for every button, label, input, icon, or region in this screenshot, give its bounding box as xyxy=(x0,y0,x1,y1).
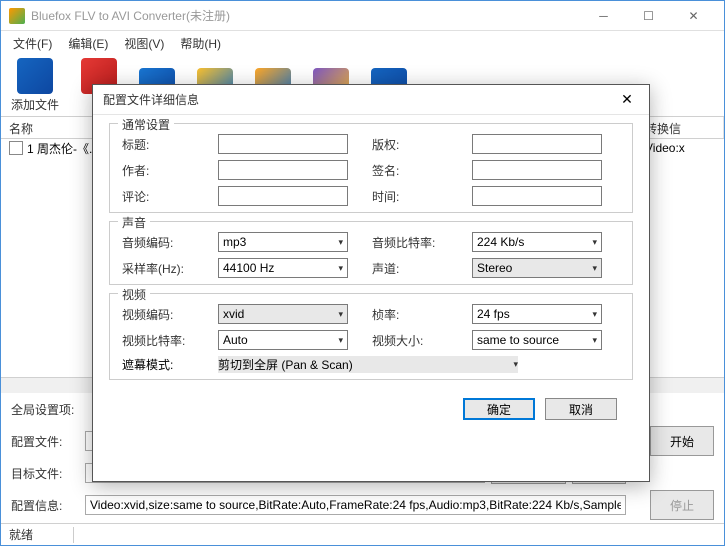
chevron-down-icon: ▾ xyxy=(513,359,518,370)
copyright-label: 版权: xyxy=(372,136,448,153)
mask-label: 遮幕模式: xyxy=(122,356,194,373)
chevron-down-icon: ▾ xyxy=(338,237,343,248)
file-icon xyxy=(9,141,23,155)
copyright-input[interactable] xyxy=(472,134,602,154)
fps-label: 桢率: xyxy=(372,306,448,323)
titlebar: Bluefox FLV to AVI Converter(未注册) ─ ☐ ✕ xyxy=(1,1,724,31)
video-bitrate-label: 视频比特率: xyxy=(122,332,194,349)
add-file-label: 添加文件 xyxy=(11,96,59,113)
group-audio-legend: 声音 xyxy=(118,214,150,231)
chevron-down-icon: ▾ xyxy=(338,263,343,274)
sample-rate-combo[interactable]: 44100 Hz ▾ xyxy=(218,258,348,278)
group-audio: 声音 音频编码: mp3▾ 音频比特率: 224 Kb/s▾ 采样率(Hz): … xyxy=(109,221,633,285)
minimize-button[interactable]: ─ xyxy=(581,2,626,30)
start-button[interactable]: 开始 xyxy=(650,426,714,456)
menu-file[interactable]: 文件(F) xyxy=(5,33,60,54)
comment-label: 评论: xyxy=(122,188,194,205)
audio-bitrate-label: 音频比特率: xyxy=(372,234,448,251)
dialog-titlebar: 配置文件详细信息 ✕ xyxy=(93,85,649,115)
file-name: 1 周杰伦-《... xyxy=(27,140,99,157)
time-input[interactable] xyxy=(472,186,602,206)
video-codec-label: 视频编码: xyxy=(122,306,194,323)
info-input[interactable] xyxy=(85,495,626,515)
maximize-button[interactable]: ☐ xyxy=(626,2,671,30)
group-general-legend: 通常设置 xyxy=(118,116,174,133)
ok-button[interactable]: 确定 xyxy=(463,398,535,420)
video-size-combo[interactable]: same to source ▾ xyxy=(472,330,602,350)
mask-value: 剪切到全屏 (Pan & Scan) xyxy=(218,356,353,373)
stop-button[interactable]: 停止 xyxy=(650,490,714,520)
video-codec-combo[interactable]: xvid ▾ xyxy=(218,304,348,324)
video-bitrate-combo[interactable]: Auto ▾ xyxy=(218,330,348,350)
fps-value: 24 fps xyxy=(477,307,510,321)
window-controls: ─ ☐ ✕ xyxy=(581,2,716,30)
title-label: 标题: xyxy=(122,136,194,153)
status-text: 就绪 xyxy=(9,526,33,543)
signature-input[interactable] xyxy=(472,160,602,180)
video-bitrate-value: Auto xyxy=(223,333,248,347)
title-input[interactable] xyxy=(218,134,348,154)
author-label: 作者: xyxy=(122,162,194,179)
chevron-down-icon: ▾ xyxy=(338,335,343,346)
dialog-close-button[interactable]: ✕ xyxy=(615,88,639,112)
channel-combo[interactable]: Stereo ▾ xyxy=(472,258,602,278)
video-codec-value: xvid xyxy=(223,307,244,321)
author-input[interactable] xyxy=(218,160,348,180)
cancel-button[interactable]: 取消 xyxy=(545,398,617,420)
audio-codec-value: mp3 xyxy=(223,235,246,249)
channel-value: Stereo xyxy=(477,261,512,275)
window-title: Bluefox FLV to AVI Converter(未注册) xyxy=(31,7,581,24)
time-label: 时间: xyxy=(372,188,448,205)
add-file-button[interactable]: 添加文件 xyxy=(11,58,59,113)
comment-input[interactable] xyxy=(218,186,348,206)
menubar: 文件(F) 编辑(E) 视图(V) 帮助(H) xyxy=(1,31,724,55)
mask-combo[interactable]: 剪切到全屏 (Pan & Scan) ▾ xyxy=(218,356,518,373)
group-video: 视频 视频编码: xvid▾ 桢率: 24 fps▾ 视频比特率: Auto▾ … xyxy=(109,293,633,380)
chevron-down-icon: ▾ xyxy=(592,263,597,274)
chevron-down-icon: ▾ xyxy=(592,335,597,346)
audio-bitrate-value: 224 Kb/s xyxy=(477,235,524,249)
col-convinfo-2[interactable]: 转换信 xyxy=(637,117,724,138)
dialog-buttons: 确定 取消 xyxy=(109,388,633,420)
fps-combo[interactable]: 24 fps ▾ xyxy=(472,304,602,324)
video-size-value: same to source xyxy=(477,333,559,347)
status-sep xyxy=(73,527,74,543)
signature-label: 签名: xyxy=(372,162,448,179)
dialog-body: 通常设置 标题: 版权: 作者: 签名: 评论: 时间: 声音 音频编码: mp… xyxy=(93,115,649,428)
audio-codec-label: 音频编码: xyxy=(122,234,194,251)
sample-rate-value: 44100 Hz xyxy=(223,261,274,275)
group-video-legend: 视频 xyxy=(118,286,150,303)
chevron-down-icon: ▾ xyxy=(592,237,597,248)
menu-edit[interactable]: 编辑(E) xyxy=(60,33,116,54)
video-size-label: 视频大小: xyxy=(372,332,448,349)
dialog-title: 配置文件详细信息 xyxy=(103,91,615,108)
channel-label: 声道: xyxy=(372,260,448,277)
group-general: 通常设置 标题: 版权: 作者: 签名: 评论: 时间: xyxy=(109,123,633,213)
close-button[interactable]: ✕ xyxy=(671,2,716,30)
profile-dialog: 配置文件详细信息 ✕ 通常设置 标题: 版权: 作者: 签名: 评论: 时间: … xyxy=(92,84,650,482)
audio-bitrate-combo[interactable]: 224 Kb/s ▾ xyxy=(472,232,602,252)
audio-codec-combo[interactable]: mp3 ▾ xyxy=(218,232,348,252)
target-label: 目标文件: xyxy=(11,465,79,482)
chevron-down-icon: ▾ xyxy=(592,309,597,320)
statusbar: 就绪 xyxy=(1,523,724,545)
add-file-icon xyxy=(17,58,53,94)
app-icon xyxy=(9,8,25,24)
menu-help[interactable]: 帮助(H) xyxy=(172,33,229,54)
info-label: 配置信息: xyxy=(11,497,79,514)
profile-label: 配置文件: xyxy=(11,433,79,450)
menu-view[interactable]: 视图(V) xyxy=(116,33,172,54)
sample-rate-label: 采样率(Hz): xyxy=(122,260,194,277)
chevron-down-icon: ▾ xyxy=(338,309,343,320)
